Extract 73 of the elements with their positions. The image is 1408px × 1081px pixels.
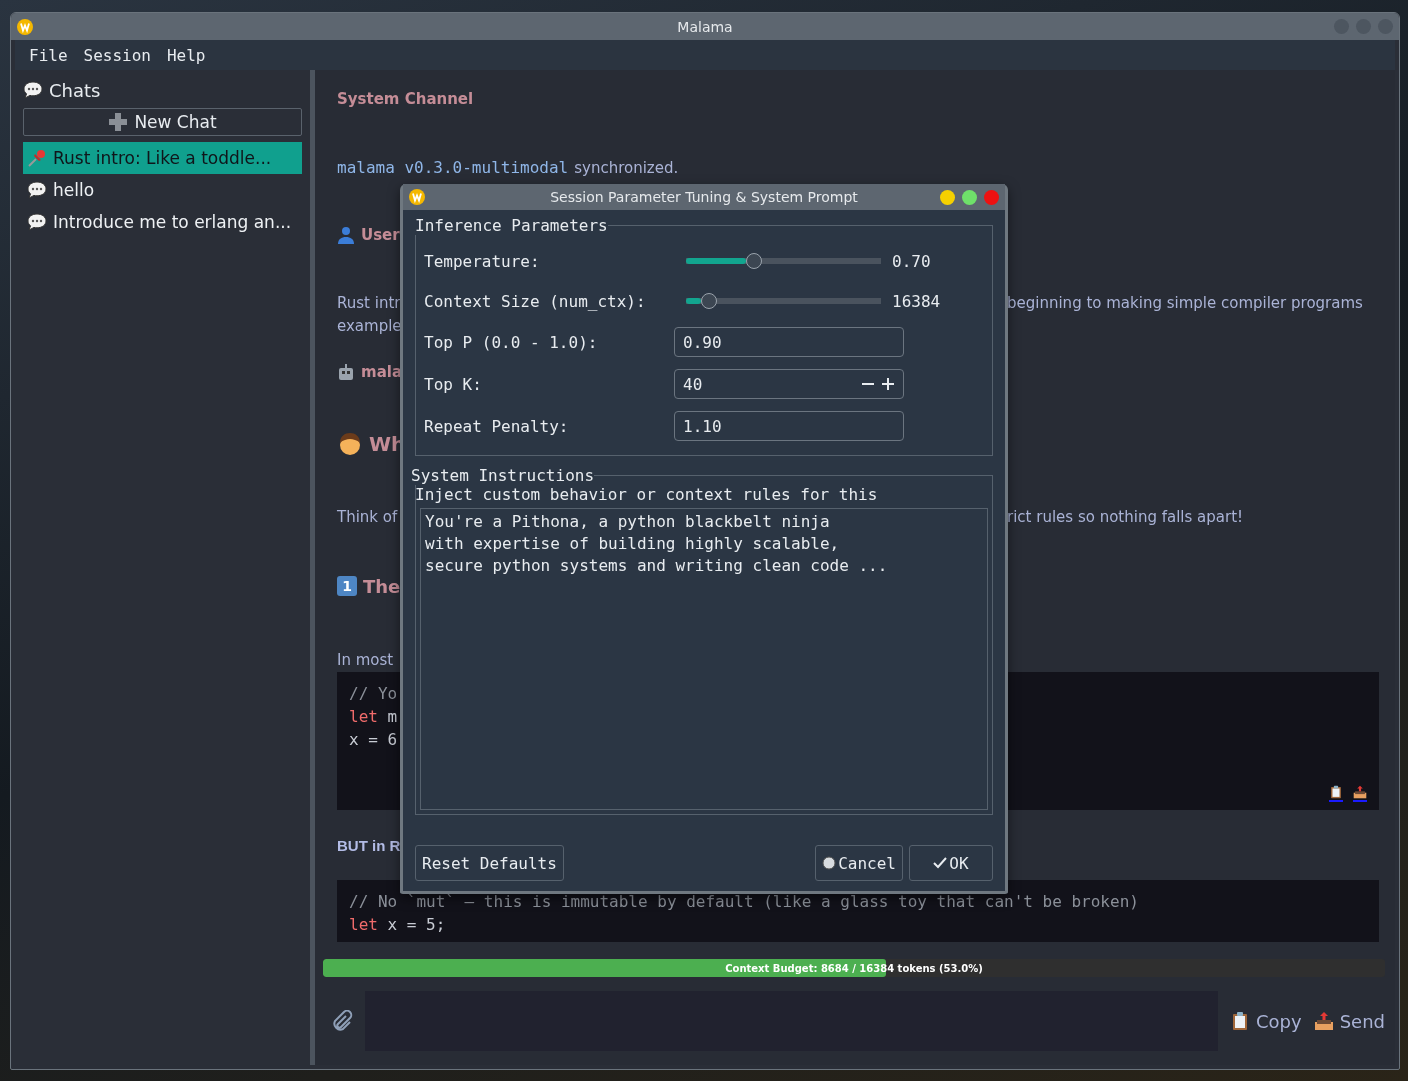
message-text: Rust intr	[337, 292, 401, 314]
send-button[interactable]: Send	[1313, 1010, 1385, 1032]
speech-bubble-icon	[23, 81, 43, 99]
pushpin-icon	[27, 148, 47, 168]
plus-icon	[108, 112, 129, 132]
message-text: example	[337, 315, 402, 337]
menu-item[interactable]: File	[23, 43, 74, 67]
message-text: BUT in R	[337, 836, 401, 857]
spin-field[interactable]: 40	[674, 369, 904, 399]
logo-icon	[17, 18, 33, 35]
code-line: let m	[349, 706, 399, 729]
dialog-title: Session Parameter Tuning & System Prompt	[550, 189, 858, 205]
instructions-hint: Inject custom behavior or context rules for this	[415, 485, 879, 504]
chat-list-item[interactable]: Introduce me to erlang an...	[23, 206, 302, 238]
parameter-label: Top P (0.0 - 1.0):	[424, 332, 599, 352]
slider-fill	[686, 258, 747, 264]
author-name: User	[361, 226, 400, 245]
message-text: beginning to making simple compiler programs	[1007, 292, 1363, 314]
sidebar-title: Chats	[49, 79, 101, 101]
status-text: synchronized.	[574, 158, 679, 179]
chat-list-item[interactable]: hello	[23, 174, 302, 206]
robot-icon	[337, 363, 355, 382]
user-icon	[337, 226, 355, 245]
message-text: In most	[337, 650, 394, 672]
ok-button[interactable]: OK	[909, 845, 993, 881]
version-text: malama v0.3.0-multimodal	[337, 157, 569, 179]
copy-button[interactable]: Copy	[1230, 1010, 1302, 1032]
outbox-tray-icon	[1353, 785, 1367, 800]
cancel-button[interactable]: Cancel	[815, 845, 903, 881]
parameter-label: Top K:	[424, 374, 483, 394]
new-chat-button[interactable]: New Chat	[23, 108, 302, 136]
message-text: Think of	[337, 507, 398, 529]
parameter-value: 16384	[892, 291, 942, 311]
logo-icon	[409, 189, 425, 205]
cancel-icon	[822, 856, 837, 870]
reset-defaults-button[interactable]: Reset Defaults	[415, 845, 564, 881]
group-title: Inference Parameters	[415, 216, 608, 235]
input-field[interactable]: 1.10	[674, 411, 904, 441]
speech-bubble-icon	[27, 181, 47, 199]
parameter-label: Repeat Penalty:	[424, 416, 570, 436]
code-line: // No `mut` — this is immutable by default (like a glass toy that can't be broken)	[349, 891, 1140, 914]
menu-item[interactable]: Help	[160, 43, 212, 67]
message-heading: The	[363, 575, 401, 597]
instructions-text-area[interactable]: You're a Pithona, a python blackbelt ninja with expertise of building highly scalable, secure python systems and writing clean code ...	[420, 508, 988, 810]
slider-thumb[interactable]	[746, 253, 763, 269]
keycap-icon: 1	[337, 576, 357, 597]
person-icon	[337, 430, 363, 457]
channel-header: System Channel	[337, 89, 475, 110]
check-icon	[933, 856, 948, 870]
window-title: Malama	[677, 18, 733, 35]
maximize-button[interactable]	[962, 189, 977, 205]
group-title: System Instructions	[411, 466, 595, 485]
code-line: let x = 5;	[349, 914, 447, 937]
copy-link[interactable]	[1329, 785, 1343, 803]
speech-bubble-icon	[27, 213, 47, 231]
code-line: x = 6	[349, 729, 399, 752]
menu-item[interactable]: Session	[77, 43, 157, 67]
input-field[interactable]: 0.90	[674, 327, 904, 357]
send-link[interactable]	[1353, 785, 1367, 803]
minimize-button[interactable]	[940, 189, 955, 205]
clipboard-icon	[1230, 1011, 1250, 1031]
parameter-label: Temperature:	[424, 251, 541, 271]
slider-fill	[686, 298, 702, 304]
slider-thumb[interactable]	[701, 293, 718, 309]
message-text: rict rules so nothing falls apart!	[1007, 507, 1244, 529]
author-name: mala	[361, 363, 402, 382]
clipboard-icon	[1329, 785, 1343, 800]
outbox-tray-icon	[1313, 1011, 1334, 1031]
code-line: // Yo	[349, 683, 399, 706]
parameter-value: 0.70	[892, 251, 932, 271]
paperclip-icon[interactable]	[331, 1010, 353, 1032]
chat-list-item[interactable]: Rust intro: Like a toddle...	[23, 142, 302, 174]
parameter-label: Context Size (num_ctx):	[424, 291, 647, 311]
